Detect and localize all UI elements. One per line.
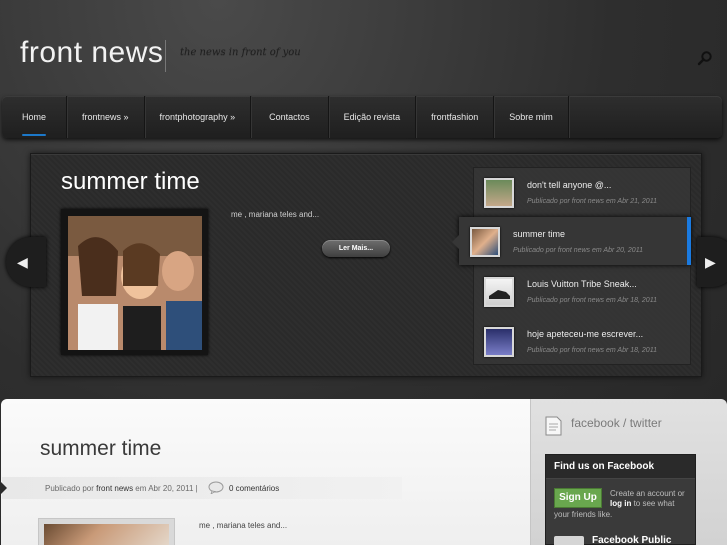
facebook-widget-header: Find us on Facebook <box>546 455 695 479</box>
nav-item-contactos[interactable]: Contactos <box>251 96 329 138</box>
comments-link[interactable]: 0 comentários <box>229 484 279 493</box>
arrow-left-icon: ◀ <box>17 254 28 270</box>
meta-prefix: Publicado por <box>45 484 94 493</box>
slider-next-button[interactable]: ▶ <box>697 237 727 287</box>
slider-list-item[interactable]: hoje apeteceu-me escrever... Publicado p… <box>473 317 691 365</box>
slider-item-meta: Publicado por front news em Abr 20, 2011 <box>513 247 643 254</box>
post-date: em Abr 20, 2011 | <box>135 484 198 493</box>
sidebar-widget-title: facebook / twitter <box>571 416 662 430</box>
read-more-button[interactable]: Ler Mais... <box>322 240 390 257</box>
signup-text-1: Create an account or <box>610 489 685 498</box>
nav-item-sobre-mim[interactable]: Sobre mim <box>494 96 569 138</box>
facebook-signup-text-3: your friends like. <box>554 510 613 519</box>
facebook-page-name[interactable]: Facebook Public <box>592 535 671 545</box>
slider-list-item[interactable]: Louis Vuitton Tribe Sneak... Publicado p… <box>473 267 691 315</box>
facebook-signup-text: Create an account or log in to see what <box>610 489 692 509</box>
slider-item-meta: Publicado por front news em Abr 21, 2011 <box>527 198 657 205</box>
featured-title[interactable]: summer time <box>61 168 200 196</box>
slider-item-title: hoje apeteceu-me escrever... <box>527 329 644 339</box>
slider-item-title: don't tell anyone @... <box>527 180 612 190</box>
post-meta: Publicado por front news em Abr 20, 2011… <box>45 484 198 493</box>
signup-text-2: to see what <box>633 499 675 508</box>
thumbnail-image <box>484 178 514 208</box>
slider-list-item[interactable]: don't tell anyone @... Publicado por fro… <box>473 168 691 216</box>
arrow-right-icon: ▶ <box>705 254 716 270</box>
logo-divider <box>165 40 166 72</box>
facebook-page-avatar <box>554 536 584 545</box>
slider-prev-button[interactable]: ◀ <box>6 237 46 287</box>
featured-image[interactable] <box>68 216 202 350</box>
nav-item-home[interactable]: Home <box>2 96 68 138</box>
featured-excerpt: me , mariana teles and... <box>231 210 320 219</box>
thumbnail-image <box>470 227 500 257</box>
nav-item-frontnews[interactable]: frontnews » <box>67 96 145 138</box>
nav-item-frontphotography[interactable]: frontphotography » <box>145 96 252 138</box>
comment-icon <box>208 481 224 494</box>
search-icon[interactable] <box>697 50 713 66</box>
site-tagline: the news in front of you <box>180 47 301 58</box>
slider-item-title: summer time <box>513 229 566 239</box>
post-title[interactable]: summer time <box>40 437 161 461</box>
main-nav: Home frontnews » frontphotography » Cont… <box>2 96 722 138</box>
slider-item-meta: Publicado por front news em Abr 18, 2011 <box>527 347 657 354</box>
document-icon <box>545 416 562 436</box>
slider-item-meta: Publicado por front news em Abr 18, 2011 <box>527 297 657 304</box>
site-logo[interactable]: front news <box>20 36 163 70</box>
nav-item-edicao-revista[interactable]: Edição revista <box>329 96 417 138</box>
facebook-signup-button[interactable]: Sign Up <box>554 488 602 508</box>
thumbnail-image <box>484 277 514 307</box>
facebook-login-link[interactable]: log in <box>610 499 631 508</box>
nav-item-frontfashion[interactable]: frontfashion <box>416 96 495 138</box>
slider-item-title: Louis Vuitton Tribe Sneak... <box>527 279 637 289</box>
post-excerpt: me , mariana teles and... <box>199 521 288 530</box>
post-image[interactable] <box>44 524 169 545</box>
thumbnail-image <box>484 327 514 357</box>
post-author-link[interactable]: front news <box>96 484 133 493</box>
meta-pointer <box>0 481 7 495</box>
slider-list-item-active[interactable]: summer time Publicado por front news em … <box>452 217 691 265</box>
